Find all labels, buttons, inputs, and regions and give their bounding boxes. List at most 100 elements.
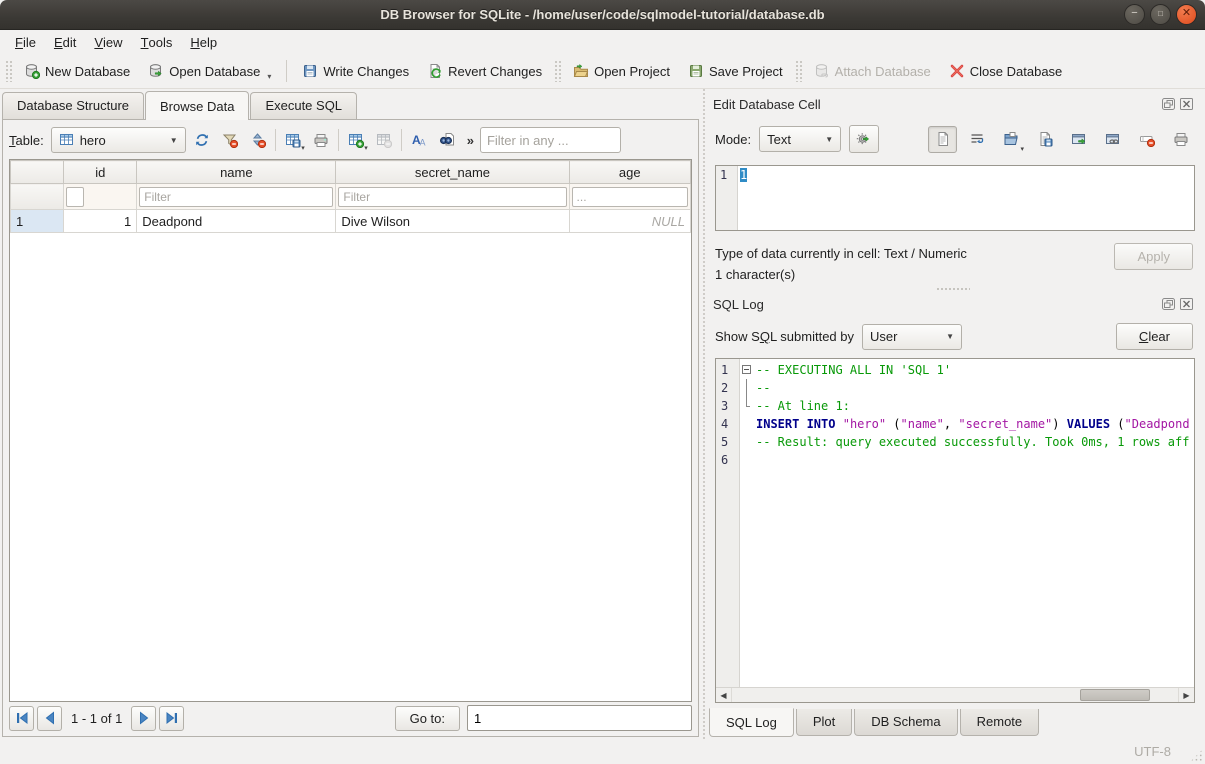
dropdown-caret-icon[interactable]: ▾ (267, 72, 271, 81)
menu-item-file[interactable]: File (6, 30, 45, 54)
filter-input-id[interactable] (66, 187, 84, 207)
menu-item-tools[interactable]: Tools (132, 30, 182, 54)
mode-select[interactable]: Text ▼ (759, 126, 841, 152)
refresh-button[interactable] (188, 127, 216, 153)
grid-empty-area[interactable] (10, 233, 691, 701)
text-mode-button[interactable] (928, 126, 957, 153)
toolbar-overflow-chevron[interactable]: » (463, 133, 478, 148)
column-header-name[interactable]: name (137, 161, 336, 184)
filter-any-column-input[interactable] (480, 127, 621, 153)
minimize-button[interactable]: − (1124, 4, 1145, 25)
menubar: FileEditViewToolsHelp (0, 30, 1205, 54)
cell-id[interactable]: 1 (64, 210, 137, 233)
import-data-button[interactable]: ▾ (996, 126, 1025, 153)
toolbar-grip (554, 60, 561, 82)
close-dock-icon[interactable] (1180, 97, 1195, 111)
open-project-button[interactable]: Open Project (564, 58, 679, 84)
open-database-button[interactable]: Open Database▾ (139, 58, 280, 84)
dropdown-caret-icon[interactable]: ▾ (301, 144, 305, 152)
apply-button[interactable]: Apply (1114, 243, 1193, 270)
scroll-right-icon[interactable]: ▶ (1178, 688, 1194, 702)
sql-source-select[interactable]: User ▼ (862, 324, 962, 350)
refresh-icon (194, 132, 210, 148)
filter-input-secret-name[interactable] (338, 187, 566, 207)
edit-font-button[interactable]: AA (405, 127, 433, 153)
sql-log-hscrollbar[interactable]: ◀ ▶ (716, 687, 1194, 702)
window-title: DB Browser for SQLite - /home/user/code/… (0, 7, 1205, 22)
menu-item-view[interactable]: View (85, 30, 131, 54)
toolbar-separator (286, 60, 287, 82)
resize-grip[interactable] (1190, 749, 1203, 762)
dock-tab-sql-log[interactable]: SQL Log (709, 708, 794, 737)
log-line-number: 5 (721, 433, 739, 451)
clear-sort-button[interactable] (244, 127, 272, 153)
sql-log-line-numbers: 123456 (716, 359, 740, 687)
tab-execute-sql[interactable]: Execute SQL (250, 92, 357, 119)
table-select-value: hero (80, 133, 106, 148)
column-header-age[interactable]: age (569, 161, 690, 184)
maximize-button[interactable]: □ (1150, 4, 1171, 25)
dock-tab-plot[interactable]: Plot (796, 709, 852, 736)
scroll-left-icon[interactable]: ◀ (716, 688, 732, 702)
clear-sort-icon (250, 132, 266, 148)
goto-button[interactable]: Go to: (395, 706, 460, 731)
sql-log-text[interactable]: -- EXECUTING ALL IN 'SQL 1'---- At line … (754, 359, 1194, 687)
revert-changes-button[interactable]: Revert Changes (418, 58, 551, 84)
cell-editor[interactable]: 1 1 (715, 165, 1195, 231)
write-changes-button[interactable]: Write Changes (293, 58, 418, 84)
table-select[interactable]: hero ▼ (51, 127, 186, 153)
column-header-secret-name[interactable]: secret_name (336, 161, 569, 184)
last-record-button[interactable] (159, 706, 184, 731)
find-in-table-button[interactable] (433, 127, 461, 153)
grid-corner[interactable] (11, 161, 64, 184)
dock-tab-remote[interactable]: Remote (960, 709, 1040, 736)
clear-filter-button[interactable] (216, 127, 244, 153)
print-cell-button[interactable] (1166, 126, 1195, 153)
row-header[interactable]: 1 (11, 210, 64, 233)
dock-section-splitter[interactable] (709, 285, 1197, 293)
close-dock-icon[interactable] (1180, 297, 1195, 311)
dropdown-caret-icon[interactable]: ▾ (364, 144, 368, 152)
close-database-icon (949, 63, 965, 79)
export-data-button[interactable] (1030, 126, 1059, 153)
export-table-button[interactable]: ▾ (279, 127, 307, 153)
scrollbar-thumb[interactable] (1080, 689, 1150, 701)
scrollbar-track[interactable] (732, 688, 1178, 702)
sql-log-fold-margin[interactable] (740, 359, 754, 687)
dropdown-caret-icon[interactable]: ▾ (1020, 145, 1024, 153)
insert-row-button[interactable]: ▾ (342, 127, 370, 153)
tab-database-structure[interactable]: Database Structure (2, 92, 144, 119)
set-null-button[interactable] (1132, 126, 1161, 153)
auto-apply-button[interactable] (849, 125, 879, 153)
edit-cell-mode-row: Mode: Text ▼ ▾ (709, 115, 1197, 161)
close-button[interactable]: ✕ (1176, 4, 1197, 25)
save-project-button[interactable]: Save Project (679, 58, 792, 84)
tab-browse-data[interactable]: Browse Data (145, 91, 249, 120)
cell-secret-name[interactable]: Dive Wilson (336, 210, 569, 233)
filter-input-name[interactable] (139, 187, 333, 207)
print-button[interactable] (307, 127, 335, 153)
clear-log-button[interactable]: Clear (1116, 323, 1193, 350)
goto-record-input[interactable] (467, 705, 692, 731)
close-database-button[interactable]: Close Database (940, 58, 1072, 84)
dock-tab-db-schema[interactable]: DB Schema (854, 709, 957, 736)
next-record-icon (136, 710, 152, 726)
open-external-button[interactable] (1064, 126, 1093, 153)
previous-record-button[interactable] (37, 706, 62, 731)
cell-name[interactable]: Deadpond (137, 210, 336, 233)
menu-item-edit[interactable]: Edit (45, 30, 85, 54)
export-data-icon (1037, 131, 1053, 147)
float-dock-icon[interactable] (1162, 97, 1177, 111)
column-header-id[interactable]: id (64, 161, 137, 184)
cell-age[interactable]: NULL (569, 210, 690, 233)
copy-link-button[interactable] (1098, 126, 1127, 153)
float-dock-icon[interactable] (1162, 297, 1177, 311)
menu-item-help[interactable]: Help (181, 30, 226, 54)
word-wrap-button[interactable] (962, 126, 991, 153)
new-database-button[interactable]: New Database (15, 58, 139, 84)
next-record-button[interactable] (131, 706, 156, 731)
first-record-button[interactable] (9, 706, 34, 731)
log-line: -- At line 1: (756, 397, 1194, 415)
filter-input-age[interactable] (572, 187, 688, 207)
fold-collapse-icon[interactable] (740, 361, 754, 379)
